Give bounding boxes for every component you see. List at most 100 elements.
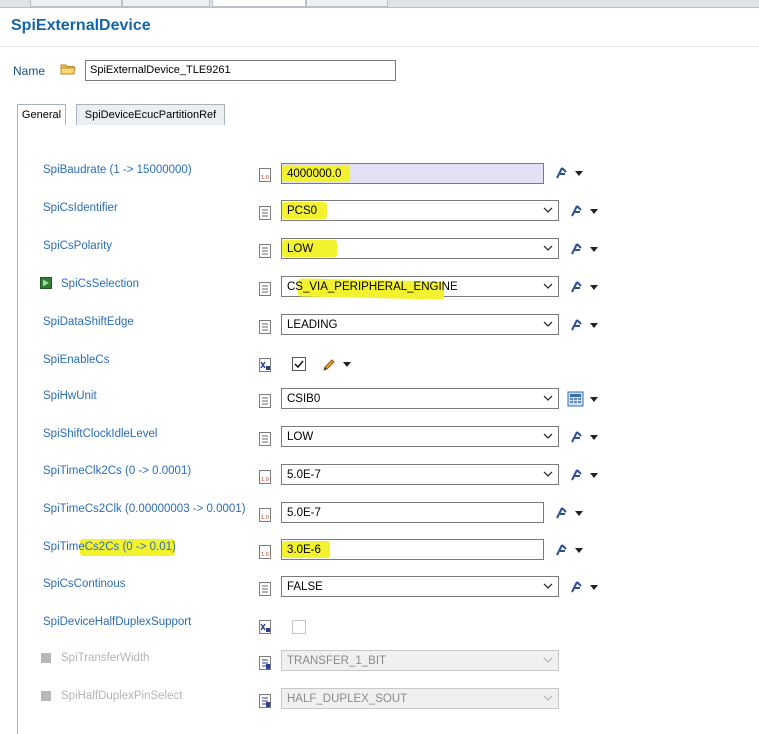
spi-transfer-width-select: TRANSFER_1_BIT — [281, 650, 559, 671]
tab-general[interactable]: General — [17, 104, 66, 127]
svg-text:1.0: 1.0 — [261, 552, 269, 558]
chevron-down-icon[interactable] — [575, 171, 583, 177]
enum-param-icon — [259, 320, 271, 334]
spi-cs-continous-select[interactable]: FALSE — [281, 576, 559, 597]
name-label: Name — [13, 64, 46, 78]
label-spi-time-cs2cs: SpiTimeCs2Cs (0 -> 0.01) — [43, 541, 176, 553]
svg-text:1.0: 1.0 — [261, 477, 269, 483]
label-spi-hw-unit: SpiHwUnit — [43, 390, 97, 402]
action-menu-icon[interactable] — [568, 429, 588, 445]
editor-tab[interactable] — [306, 0, 388, 7]
action-menu-icon[interactable] — [568, 241, 588, 257]
action-menu-icon[interactable] — [553, 165, 573, 181]
reference-param-icon — [259, 694, 271, 708]
label-spi-enable-cs: SpiEnableCs — [43, 354, 110, 366]
editor-tab[interactable] — [30, 0, 122, 7]
label-spi-cs-continous: SpiCsContinous — [43, 578, 126, 590]
number-param-icon: 1.0 — [259, 470, 271, 484]
enum-param-icon — [259, 206, 271, 220]
spi-cs-polarity-select[interactable]: LOW — [281, 238, 559, 259]
enum-param-icon — [259, 394, 271, 408]
action-menu-icon[interactable] — [568, 317, 588, 333]
enabled-toggle-icon[interactable] — [40, 277, 52, 289]
label-spi-cs-selection: SpiCsSelection — [61, 278, 139, 290]
label-spi-transfer-width: SpiTransferWidth — [61, 652, 150, 664]
label-spi-cs-polarity: SpiCsPolarity — [43, 240, 113, 252]
spi-baudrate-value: 4000000.0 — [287, 168, 342, 180]
spi-time-cs2clk-input[interactable]: 5.0E-7 — [281, 502, 544, 523]
chevron-down-icon[interactable] — [590, 435, 598, 441]
chevron-down-icon[interactable] — [575, 548, 583, 554]
spi-time-clk2cs-select[interactable]: 5.0E-7 — [281, 464, 559, 485]
action-menu-icon[interactable] — [553, 542, 573, 558]
spi-cs-identifier-select[interactable]: PCS0 — [281, 200, 559, 221]
spi-baudrate-input[interactable]: 4000000.0 — [281, 163, 544, 184]
chevron-down-icon[interactable] — [542, 204, 554, 216]
spi-shift-clock-idle-level-select[interactable]: LOW — [281, 426, 559, 447]
edit-pencil-icon[interactable] — [321, 357, 337, 373]
spi-cs-selection-select[interactable]: CS_VIA_PERIPHERAL_ENGINE — [281, 276, 559, 300]
spi-time-cs2cs-input[interactable]: 3.0E-6 — [281, 539, 544, 560]
enum-param-icon — [259, 244, 271, 258]
spi-hw-unit-value: CSIB0 — [287, 393, 321, 405]
chevron-down-icon[interactable] — [542, 468, 554, 480]
chevron-down-icon[interactable] — [590, 323, 598, 329]
chevron-down-icon[interactable] — [590, 473, 598, 479]
editor-tab[interactable] — [122, 0, 210, 7]
chevron-down-icon[interactable] — [343, 362, 351, 368]
spi-data-shift-edge-value: LEADING — [287, 319, 338, 331]
label-spi-half-duplex-pin-select: SpiHalfDuplexPinSelect — [61, 690, 183, 702]
chevron-down-icon[interactable] — [542, 318, 554, 330]
number-param-icon: 1.0 — [259, 168, 271, 182]
number-param-icon: 1.0 — [259, 508, 271, 522]
folder-icon — [60, 64, 76, 75]
disabled-toggle-icon[interactable] — [41, 653, 51, 663]
action-menu-icon[interactable] — [568, 467, 588, 483]
spi-hw-unit-select[interactable]: CSIB0 — [281, 388, 559, 409]
calculator-icon[interactable] — [567, 391, 585, 407]
enum-param-icon — [259, 432, 271, 446]
chevron-down-icon[interactable] — [590, 397, 598, 403]
boolean-param-icon — [259, 358, 271, 372]
spi-half-duplex-pin-select-value: HALF_DUPLEX_SOUT — [287, 693, 408, 705]
chevron-down-icon[interactable] — [542, 430, 554, 442]
action-menu-icon[interactable] — [568, 579, 588, 595]
chevron-down-icon[interactable] — [590, 585, 598, 591]
spi-time-cs2cs-value: 3.0E-6 — [287, 544, 321, 556]
label-spi-data-shift-edge: SpiDataShiftEdge — [43, 316, 134, 328]
action-menu-icon[interactable] — [568, 203, 588, 219]
name-field[interactable]: SpiExternalDevice_TLE9261 — [85, 60, 396, 81]
label-spi-device-half-duplex-support: SpiDeviceHalfDuplexSupport — [43, 616, 192, 628]
label-spi-time-clk2cs: SpiTimeClk2Cs (0 -> 0.0001) — [43, 465, 192, 477]
chevron-down-icon[interactable] — [542, 580, 554, 592]
spi-data-shift-edge-select[interactable]: LEADING — [281, 314, 559, 335]
spi-cs-continous-value: FALSE — [287, 581, 323, 593]
spi-cs-identifier-value: PCS0 — [287, 205, 318, 217]
spi-transfer-width-value: TRANSFER_1_BIT — [287, 655, 387, 667]
chevron-down-icon[interactable] — [542, 280, 554, 292]
editor-tab-active[interactable] — [212, 0, 306, 7]
spi-device-half-duplex-support-checkbox[interactable] — [292, 620, 306, 634]
spi-time-cs2clk-value: 5.0E-7 — [287, 507, 321, 519]
chevron-down-icon — [543, 657, 553, 663]
spi-time-clk2cs-value: 5.0E-7 — [287, 469, 321, 481]
disabled-toggle-icon[interactable] — [41, 691, 51, 701]
tab-spi-device-ecuc-partition-ref[interactable]: SpiDeviceEcucPartitionRef — [76, 104, 225, 126]
enum-param-icon — [259, 282, 271, 296]
action-menu-icon[interactable] — [553, 505, 573, 521]
chevron-down-icon[interactable] — [590, 209, 598, 215]
action-menu-icon[interactable] — [568, 279, 588, 295]
chevron-down-icon[interactable] — [542, 392, 554, 404]
spi-enable-cs-checkbox[interactable] — [292, 357, 306, 371]
divider — [0, 46, 759, 47]
chevron-down-icon[interactable] — [590, 247, 598, 253]
chevron-down-icon[interactable] — [590, 285, 598, 291]
enum-param-icon — [259, 582, 271, 596]
chevron-down-icon[interactable] — [542, 242, 554, 254]
reference-param-icon — [259, 656, 271, 670]
label-spi-baudrate: SpiBaudrate (1 -> 15000000) — [43, 164, 192, 176]
chevron-down-icon[interactable] — [575, 511, 583, 517]
svg-text:1.0: 1.0 — [261, 175, 269, 181]
label-spi-cs-identifier: SpiCsIdentifier — [43, 202, 118, 214]
name-field-value: SpiExternalDevice_TLE9261 — [90, 64, 231, 76]
